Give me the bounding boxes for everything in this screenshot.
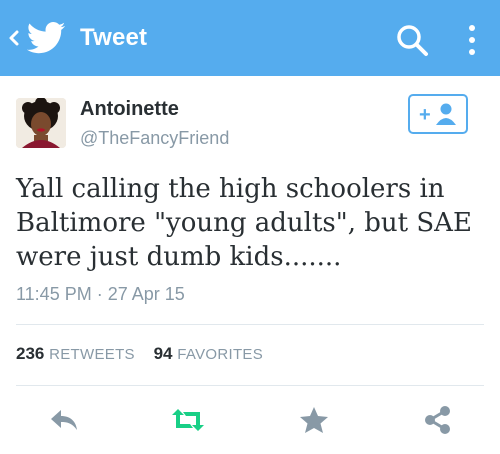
author-display-name[interactable]: Antoinette bbox=[80, 98, 179, 121]
app-bar: Tweet bbox=[0, 0, 500, 76]
author-handle[interactable]: @TheFancyFriend bbox=[80, 128, 229, 149]
favorites-count: 94 bbox=[153, 344, 173, 363]
retweet-button[interactable] bbox=[170, 404, 206, 436]
overflow-menu-icon[interactable] bbox=[462, 20, 482, 60]
share-button[interactable] bbox=[420, 404, 456, 436]
twitter-bird-icon[interactable] bbox=[26, 22, 66, 54]
chevron-left-icon[interactable] bbox=[6, 26, 22, 50]
page-title: Tweet bbox=[80, 24, 148, 51]
favorites-label: FAVORITES bbox=[177, 346, 264, 363]
tweet-header: Antoinette @TheFancyFriend + bbox=[0, 88, 500, 158]
favorite-star-icon bbox=[300, 407, 328, 433]
divider bbox=[16, 324, 484, 325]
tweet-text: Yall calling the high schoolers in Balti… bbox=[16, 172, 486, 274]
follow-plus-label: + bbox=[419, 104, 431, 126]
reply-button[interactable] bbox=[46, 404, 82, 436]
tweet-actions bbox=[0, 396, 500, 444]
tweet-timestamp: 11:45 PM · 27 Apr 15 bbox=[16, 284, 185, 304]
divider bbox=[16, 385, 484, 386]
retweets-stat[interactable]: 236 RETWEETS bbox=[16, 344, 140, 363]
retweet-icon bbox=[172, 409, 204, 431]
favorite-button[interactable] bbox=[296, 404, 332, 436]
tweet-stats: 236 RETWEETS 94 FAVORITES bbox=[16, 344, 263, 364]
reply-icon bbox=[51, 410, 77, 430]
add-user-icon: + bbox=[419, 103, 456, 126]
avatar[interactable] bbox=[16, 98, 66, 148]
retweets-label: RETWEETS bbox=[49, 346, 135, 363]
favorites-stat[interactable]: 94 FAVORITES bbox=[154, 344, 263, 363]
tweet-text-line: Baltimore "young adults", but SAE bbox=[16, 208, 472, 238]
tweet-text-line: were just dumb kids....... bbox=[16, 242, 342, 272]
tweet-text-line: Yall calling the high schoolers in bbox=[16, 174, 445, 204]
retweets-count: 236 bbox=[16, 344, 45, 363]
follow-button[interactable]: + bbox=[408, 94, 468, 134]
avatar-image bbox=[16, 98, 66, 148]
search-icon[interactable] bbox=[394, 22, 430, 58]
share-icon bbox=[425, 406, 450, 434]
